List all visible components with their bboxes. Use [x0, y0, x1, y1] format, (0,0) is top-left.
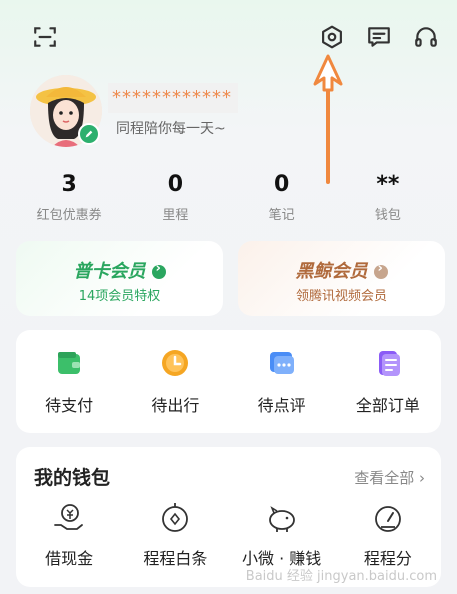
order-label: 待出行: [151, 396, 200, 415]
gauge-icon: [374, 506, 401, 532]
membership-subtitle: 14项会员特权: [78, 289, 161, 304]
membership-card-standard[interactable]: 普卡会员 14项会员特权: [16, 241, 223, 316]
message-icon[interactable]: [364, 22, 394, 52]
clock-orange-icon: [162, 350, 189, 376]
stat-wallet[interactable]: ** 钱包: [335, 168, 441, 230]
headset-icon[interactable]: [411, 22, 441, 52]
stat-notes[interactable]: 0 笔记: [229, 168, 335, 230]
top-bar: [0, 0, 457, 76]
wallet-item-cash[interactable]: 借现金: [16, 501, 122, 569]
wallet-green-icon: [58, 352, 81, 374]
wallet-item-baitiao[interactable]: 程程白条: [122, 501, 228, 569]
watermark: Baidu 经验 jingyan.baidu.com: [245, 569, 437, 584]
stat-label: 钱包: [374, 208, 401, 223]
piggy-bank-icon: [268, 506, 295, 532]
membership-title: 普卡会员: [16, 257, 223, 283]
stat-value: **: [376, 172, 400, 197]
stat-value: 0: [273, 172, 290, 197]
nickname[interactable]: ************: [108, 83, 238, 113]
wallet-item-score[interactable]: 程程分: [335, 501, 441, 569]
membership-subtitle: 领腾讯视频会员: [295, 289, 387, 304]
stats-row: 3 红包优惠券 0 里程 0 笔记 ** 钱包: [16, 168, 441, 230]
motto: 同程陪你每一天~: [116, 121, 226, 137]
wallet-view-all-label: 查看全部: [354, 469, 415, 487]
stat-coupons[interactable]: 3 红包优惠券: [16, 168, 122, 230]
order-label: 待点评: [257, 396, 306, 415]
membership-title-text: 普卡会员: [73, 261, 146, 282]
wallet-view-all[interactable]: 查看全部 ›: [354, 467, 425, 488]
chevron-right-icon: [151, 261, 166, 279]
scan-icon[interactable]: [30, 22, 60, 52]
settings-icon[interactable]: [317, 22, 347, 52]
orders-card: 待支付 待出行 待点评 全部订单: [16, 330, 441, 433]
order-pending-trip[interactable]: 待出行: [122, 330, 228, 433]
wallet-item-label: 程程白条: [143, 549, 208, 568]
wallet-title: 我的钱包: [34, 467, 111, 489]
profile-section: ************ 同程陪你每一天~: [30, 75, 290, 155]
cash-hand-icon: [54, 504, 84, 530]
order-pending-review[interactable]: 待点评: [229, 330, 335, 433]
list-purple-icon: [378, 351, 400, 376]
stat-label: 红包优惠券: [36, 208, 102, 223]
wallet-item-label: 借现金: [45, 549, 94, 568]
membership-title: 黑鲸会员: [238, 257, 445, 283]
stat-mileage[interactable]: 0 里程: [122, 168, 228, 230]
stat-label: 笔记: [268, 208, 295, 223]
order-label: 全部订单: [355, 396, 420, 415]
order-all[interactable]: 全部订单: [335, 330, 441, 433]
wallet-item-xiaowei[interactable]: 小微 · 赚钱: [229, 501, 335, 569]
membership-card-blackwhale[interactable]: 黑鲸会员 领腾讯视频会员: [238, 241, 445, 316]
membership-title-text: 黑鲸会员: [295, 261, 368, 282]
stat-value: 3: [61, 172, 77, 197]
chevron-right-icon: [373, 261, 388, 279]
stat-label: 里程: [162, 208, 189, 223]
stat-value: 0: [167, 172, 184, 197]
annotation-arrow-icon: [313, 54, 343, 184]
comment-blue-icon: [269, 352, 294, 374]
chevron-right-icon: ›: [419, 469, 425, 487]
order-label: 待支付: [45, 396, 94, 415]
order-pending-payment[interactable]: 待支付: [16, 330, 122, 433]
edit-badge-icon[interactable]: [78, 123, 100, 145]
wallet-items: 借现金 程程白条 小微 · 赚钱 程程分: [16, 501, 441, 569]
coin-icon: [162, 503, 189, 532]
